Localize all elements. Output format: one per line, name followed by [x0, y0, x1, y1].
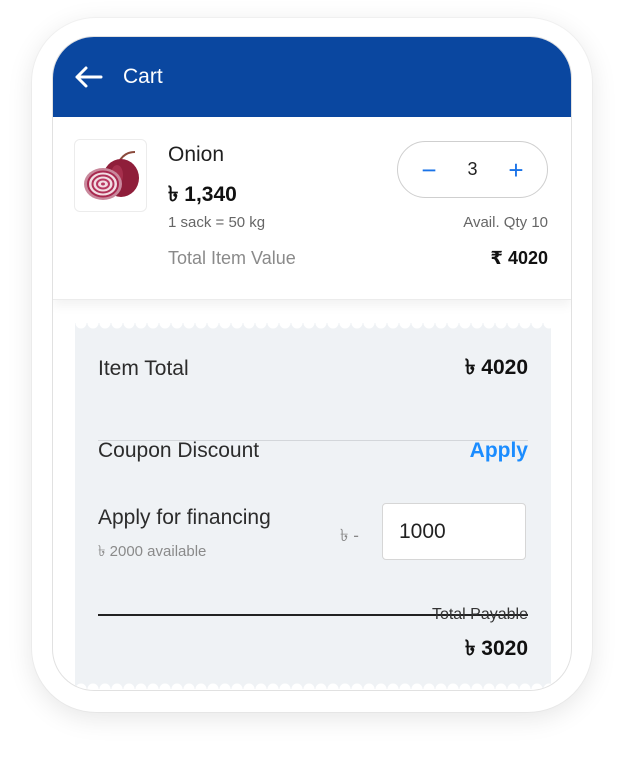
bill-summary: Item Total ৳ 4020 Coupon Discount Apply … — [75, 323, 551, 689]
product-price: ৳ 1,340 — [168, 183, 237, 206]
decrement-button[interactable]: − — [418, 157, 440, 183]
item-total-row: Item Total ৳ 4020 — [98, 351, 528, 386]
quantity-stepper: − 3 + — [397, 141, 548, 198]
item-total-label: Item Total — [98, 356, 189, 380]
total-item-value-label: Total Item Value — [168, 248, 296, 268]
financing-amount-input[interactable] — [382, 503, 526, 560]
product-name: Onion — [168, 143, 225, 166]
financing-label: Apply for financing — [98, 506, 271, 529]
product-image — [74, 139, 147, 212]
onion-image — [83, 150, 139, 200]
financing-prefix: ৳ - — [340, 526, 359, 545]
increment-button[interactable]: + — [505, 157, 527, 183]
total-payable-label: Total Payable — [431, 606, 528, 623]
item-total-value: ৳ 4020 — [464, 356, 528, 379]
page-title: Cart — [123, 65, 163, 88]
available-quantity: Avail. Qty 10 — [463, 214, 548, 231]
total-item-value: ₹ 4020 — [490, 248, 548, 268]
app-header: Cart — [53, 37, 571, 117]
coupon-label: Coupon Discount — [98, 439, 260, 462]
coupon-row: Coupon Discount Apply — [98, 439, 528, 463]
arrow-left-icon[interactable] — [73, 62, 103, 92]
app-screen: Cart Onion ৳ 1,340 1 sack = 50 kg Avail.… — [52, 36, 572, 691]
apply-coupon-link[interactable]: Apply — [470, 439, 528, 463]
scallop-edge-bottom — [75, 681, 551, 689]
scallop-edge-top — [75, 323, 551, 331]
financing-available: ৳ 2000 available — [98, 543, 207, 560]
cart-item-card: Onion ৳ 1,340 1 sack = 50 kg Avail. Qty … — [53, 117, 571, 300]
product-unit: 1 sack = 50 kg — [168, 214, 266, 231]
quantity-value: 3 — [467, 159, 478, 179]
total-payable-value: ৳ 3020 — [464, 637, 528, 660]
